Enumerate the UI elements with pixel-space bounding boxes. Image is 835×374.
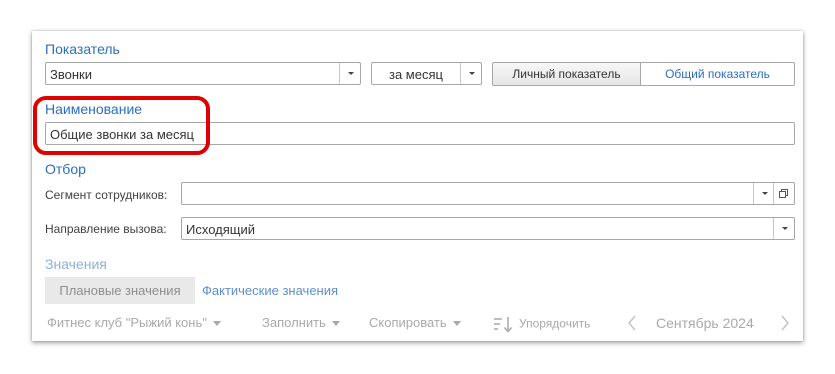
tab-planned-values[interactable]: Плановые значения <box>45 277 195 304</box>
sort-label: Упорядочить <box>519 316 591 331</box>
chevron-down-icon[interactable] <box>460 63 481 84</box>
open-icon[interactable] <box>773 183 794 204</box>
direction-value: Исходящий <box>186 222 255 237</box>
fill-button[interactable]: Заполнить <box>262 315 340 330</box>
highlight-annotation <box>33 96 210 155</box>
fill-label: Заполнить <box>262 315 326 330</box>
club-select-button[interactable]: Фитнес клуб "Рыжий конь" <box>47 315 221 330</box>
values-section-title: Значения <box>45 256 107 272</box>
chevron-right-icon <box>781 315 789 331</box>
club-label: Фитнес клуб "Рыжий конь" <box>47 315 207 330</box>
indicator-type-value: Звонки <box>50 67 92 82</box>
copy-button[interactable]: Скопировать <box>369 315 461 330</box>
sort-button[interactable]: Упорядочить <box>493 316 590 333</box>
indicator-kind-toggle: Личный показатель Общий показатель <box>492 62 795 86</box>
segment-label: Сегмент сотрудников: <box>45 188 168 202</box>
call-direction-select[interactable]: Исходящий <box>181 217 795 240</box>
chevron-left-icon <box>628 315 636 331</box>
indicator-section-title: Показатель <box>45 41 120 57</box>
chevron-down-icon[interactable] <box>753 183 774 204</box>
indicator-type-select[interactable]: Звонки <box>45 62 361 85</box>
sort-icon <box>494 317 513 333</box>
chevron-down-icon[interactable] <box>773 218 794 239</box>
chevron-down-icon <box>212 321 221 327</box>
chevron-down-icon <box>331 321 340 327</box>
tab-actual-values[interactable]: Фактические значения <box>202 277 338 304</box>
current-period-label: Сентябрь 2024 <box>656 315 754 331</box>
direction-label: Направление вызова: <box>45 222 167 236</box>
chevron-down-icon[interactable] <box>339 63 360 84</box>
employee-segment-field[interactable] <box>181 182 795 205</box>
open-window-icon <box>779 189 788 198</box>
filter-section-title: Отбор <box>45 161 86 177</box>
common-indicator-button[interactable]: Общий показатель <box>641 62 795 86</box>
period-value: за месяц <box>389 67 443 82</box>
next-period-button[interactable] <box>779 314 791 335</box>
chevron-down-icon <box>452 321 461 327</box>
prev-period-button[interactable] <box>626 314 638 335</box>
period-select[interactable]: за месяц <box>371 62 482 85</box>
copy-label: Скопировать <box>369 315 447 330</box>
personal-indicator-button[interactable]: Личный показатель <box>492 62 641 86</box>
